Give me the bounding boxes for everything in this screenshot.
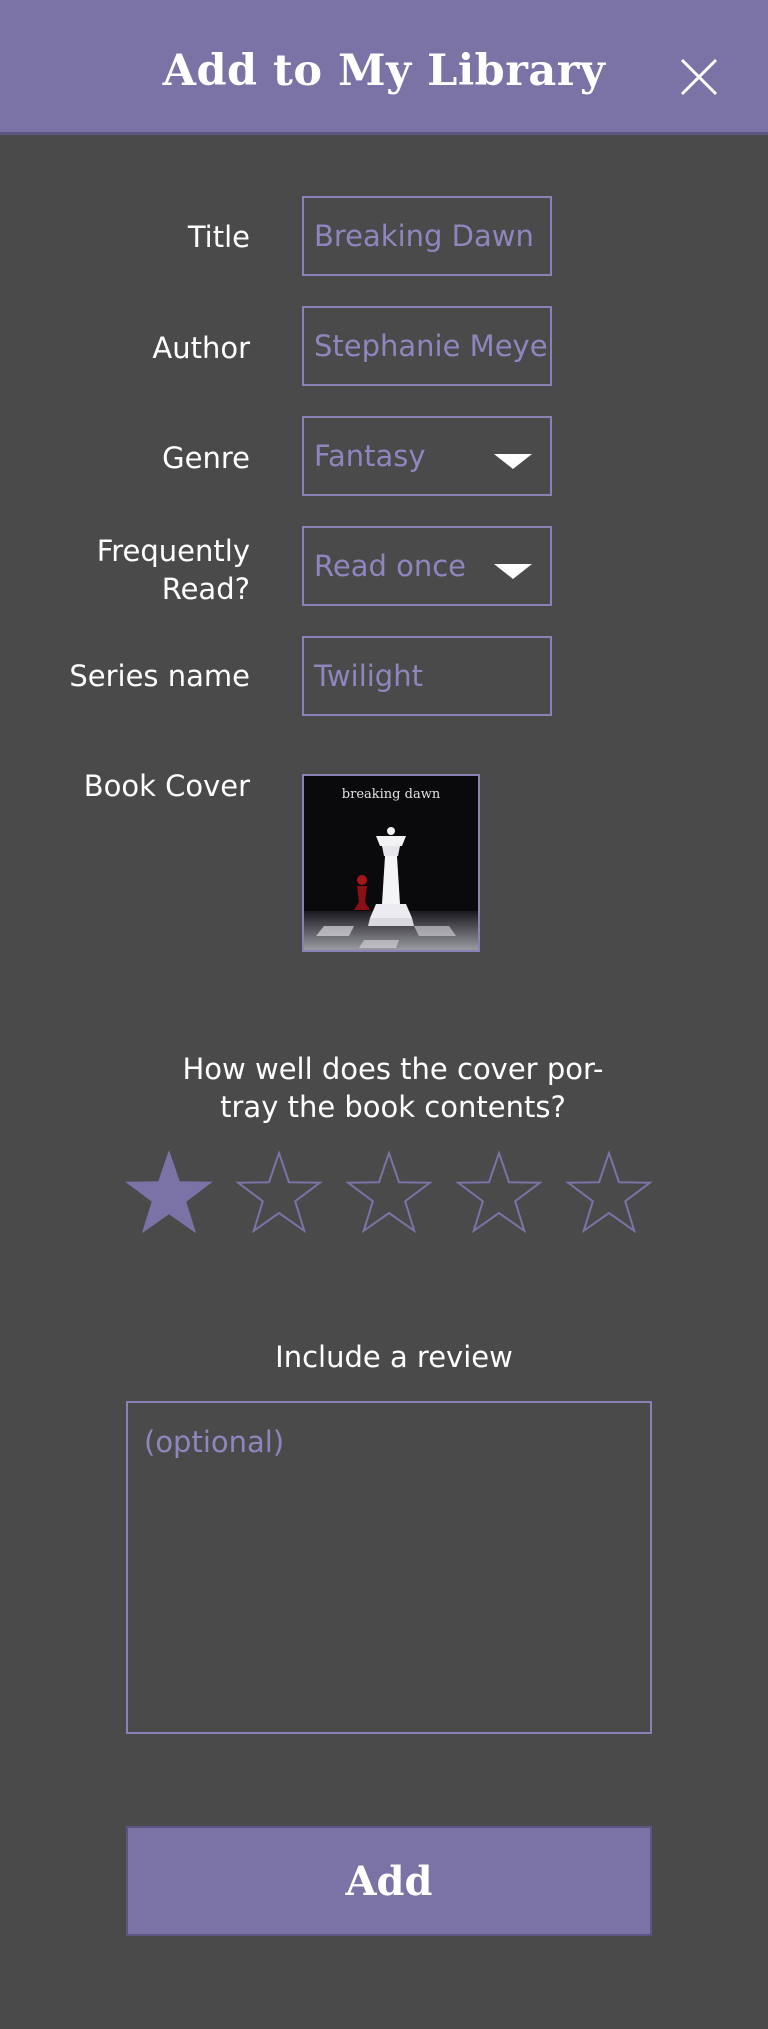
series-input[interactable]: Twilight (302, 636, 552, 716)
genre-label: Genre (162, 441, 250, 475)
chevron-down-icon (494, 454, 532, 469)
author-input[interactable]: Stephanie Meyer (302, 306, 552, 386)
frequency-label: Frequently Read? (97, 532, 250, 608)
star-icon[interactable] (564, 1150, 654, 1238)
book-cover-image[interactable]: breaking dawn (302, 774, 480, 952)
author-label: Author (152, 331, 250, 365)
chevron-down-icon (494, 564, 532, 579)
frequency-label-line2: Read? (161, 572, 250, 606)
series-label: Series name (69, 659, 250, 693)
chess-cover-icon: breaking dawn (304, 776, 478, 950)
cover-title-text: breaking dawn (342, 787, 441, 802)
title-input[interactable]: Breaking Dawn (302, 196, 552, 276)
dialog-title: Add to My Library (162, 46, 606, 96)
genre-value: Fantasy (314, 439, 426, 473)
genre-select[interactable]: Fantasy (302, 416, 552, 496)
rating-question-line1: How well does the cover por- (182, 1052, 604, 1086)
book-cover-label: Book Cover (83, 769, 250, 803)
star-icon[interactable] (124, 1150, 214, 1238)
rating-question: How well does the cover por- tray the bo… (150, 1050, 636, 1126)
star-rating (124, 1150, 654, 1240)
frequency-label-line1: Frequently (96, 534, 250, 568)
header-bar: Add to My Library (0, 0, 768, 135)
review-label: Include a review (275, 1340, 513, 1374)
add-button[interactable]: Add (126, 1826, 652, 1936)
frequency-value: Read once (314, 549, 466, 583)
review-textarea[interactable] (126, 1401, 652, 1734)
star-icon[interactable] (344, 1150, 434, 1238)
star-icon[interactable] (454, 1150, 544, 1238)
frequency-select[interactable]: Read once (302, 526, 552, 606)
title-label: Title (187, 220, 250, 254)
star-icon[interactable] (234, 1150, 324, 1238)
close-icon[interactable] (680, 58, 718, 96)
rating-question-line2: tray the book contents? (220, 1090, 566, 1124)
